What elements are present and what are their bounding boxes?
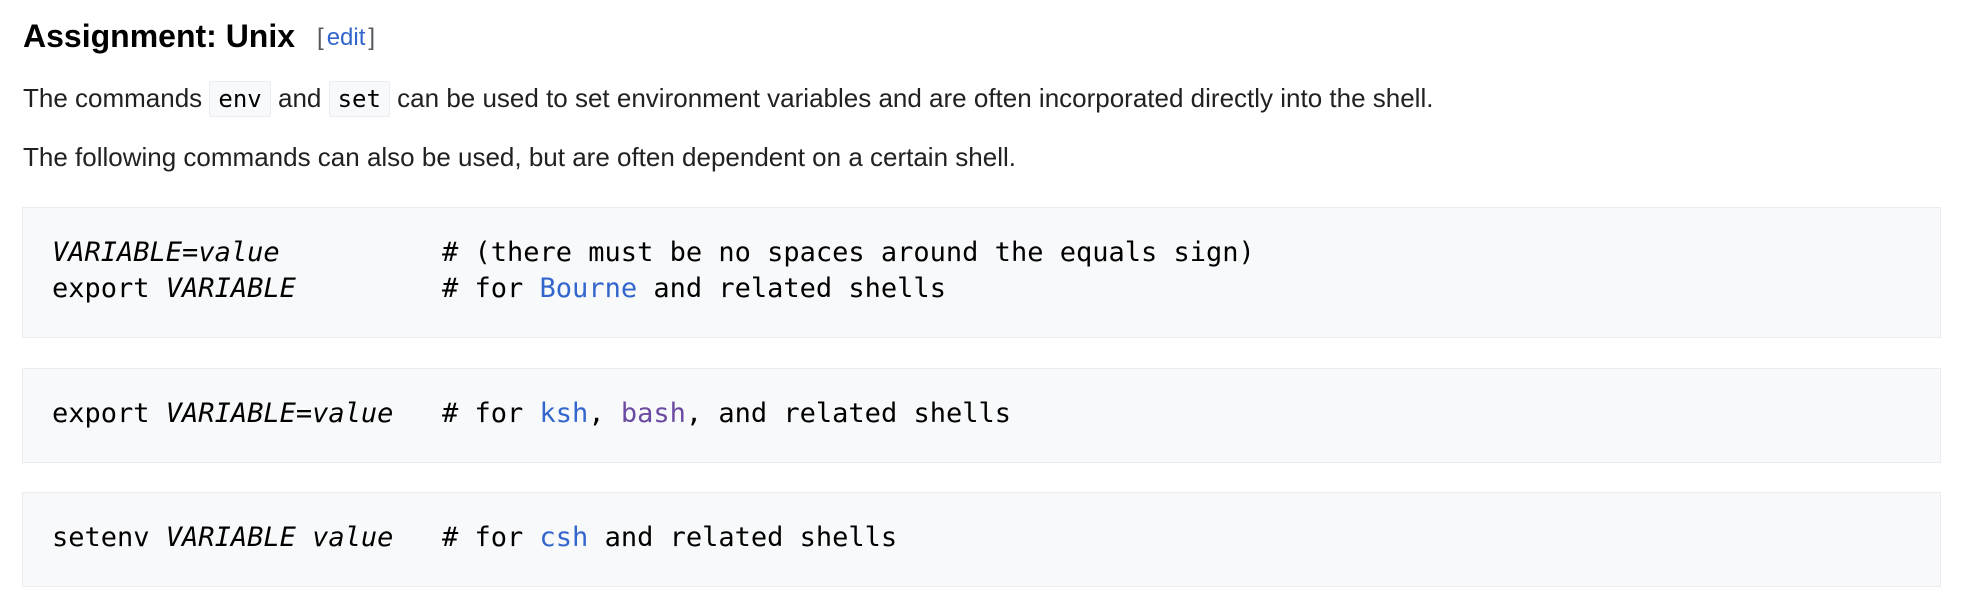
paragraph-text: can be used to set environment variables… — [389, 83, 1434, 113]
env-command-code: env — [209, 81, 271, 117]
code-line: setenv VARIABLE value # for csh and relat… — [52, 520, 1940, 556]
code-text: export — [52, 398, 166, 429]
code-placeholder: VARIABLE — [165, 273, 296, 304]
section-heading: Assignment: Unix [edit] — [23, 16, 375, 60]
edit-bracket-open: [ — [317, 24, 324, 51]
code-command: setenv VARIABLE value — [52, 520, 442, 556]
code-text: export — [52, 273, 166, 304]
paragraph-text: and — [270, 83, 329, 113]
code-text: = — [182, 237, 199, 268]
edit-section: [edit] — [317, 24, 375, 51]
code-command: export VARIABLE=value — [52, 396, 442, 432]
code-block-bourne: VARIABLE=value # (there must be no spaces… — [22, 207, 1941, 338]
code-text: setenv — [52, 522, 166, 553]
shell-commands-paragraph: The following commands can also be used,… — [23, 142, 1016, 172]
csh-shell-link[interactable]: csh — [540, 522, 589, 553]
code-separator: , — [588, 398, 621, 429]
code-line: export VARIABLE # for Bourne and related … — [52, 271, 1940, 307]
code-command: export VARIABLE — [52, 271, 442, 307]
code-placeholder: VARIABLE — [165, 522, 296, 553]
paragraph-text: The commands — [23, 83, 210, 113]
code-line: export VARIABLE=value # for ksh, bash, an… — [52, 396, 1940, 432]
code-block-ksh-bash: export VARIABLE=value # for ksh, bash, an… — [22, 368, 1941, 463]
code-comment-prefix: # for — [442, 398, 540, 429]
code-comment-suffix: and related shells — [588, 522, 898, 553]
edit-bracket-close: ] — [368, 24, 376, 51]
ksh-shell-link[interactable]: ksh — [540, 398, 589, 429]
set-command-code: set — [328, 81, 390, 117]
code-comment-suffix: , and related shells — [685, 398, 1011, 429]
edit-link[interactable]: edit — [327, 24, 366, 51]
bourne-shell-link[interactable]: Bourne — [540, 273, 638, 304]
code-placeholder: value — [312, 522, 394, 553]
code-comment-prefix: # for — [442, 522, 540, 553]
code-comment: # (there must be no spaces around the eq… — [442, 237, 1255, 268]
code-placeholder: VARIABLE — [165, 398, 296, 429]
section-title: Assignment: Unix — [23, 18, 296, 54]
code-block-csh: setenv VARIABLE value # for csh and relat… — [22, 492, 1941, 587]
code-placeholder: value — [198, 237, 280, 268]
code-comment-prefix: # for — [442, 273, 540, 304]
code-placeholder: value — [312, 398, 394, 429]
code-placeholder: VARIABLE — [52, 237, 183, 268]
bash-shell-link[interactable]: bash — [621, 398, 686, 429]
code-comment-suffix: and related shells — [637, 273, 946, 304]
code-line: VARIABLE=value # (there must be no spaces… — [52, 235, 1940, 271]
intro-paragraph: The commands env and set can be used to … — [23, 81, 1434, 117]
code-text: = — [295, 398, 313, 429]
code-command: VARIABLE=value — [52, 235, 442, 271]
